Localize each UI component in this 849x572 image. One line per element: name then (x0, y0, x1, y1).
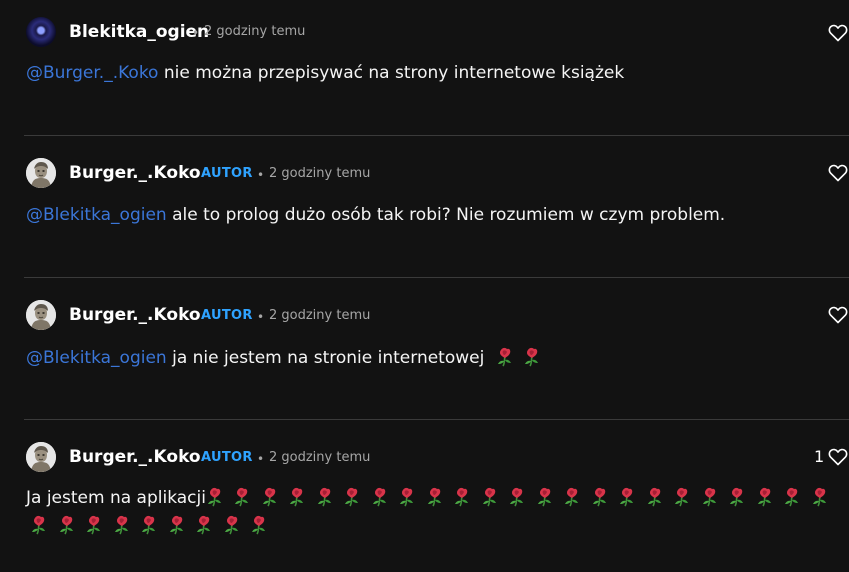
heart-icon[interactable] (828, 164, 848, 182)
wilted-flower-emoji (496, 347, 520, 369)
wilted-flower-emoji (250, 515, 274, 537)
wilted-flower-emoji (113, 515, 137, 537)
wilted-flower-emoji (591, 487, 615, 509)
divider (24, 277, 849, 278)
heart-icon[interactable] (828, 24, 848, 42)
comment-text: @Blekitka_ogien ale to prolog dużo osób … (26, 205, 725, 225)
wilted-flower-emoji (30, 515, 54, 537)
comment-timestamp: 2 godziny temu (204, 24, 306, 39)
wilted-flower-emoji (140, 515, 164, 537)
comment-timestamp: 2 godziny temu (269, 308, 371, 323)
wilted-flower-emoji (728, 487, 752, 509)
avatar[interactable] (26, 158, 56, 188)
wilted-flower-emoji (343, 487, 367, 509)
wilted-flower-emoji (261, 487, 285, 509)
wilted-flower-emoji (233, 487, 257, 509)
mention-link[interactable]: @Burger._.Koko (26, 63, 158, 83)
wilted-flower-emoji (453, 487, 477, 509)
author-badge: AUTOR (201, 308, 253, 323)
wilted-flower-emoji (673, 487, 697, 509)
wilted-flower-emoji (288, 487, 312, 509)
comment-author[interactable]: Blekitka_ogien (69, 22, 209, 42)
comment-author[interactable]: Burger._.Koko (69, 447, 201, 467)
divider (24, 135, 849, 136)
wilted-flower-emoji (783, 487, 807, 509)
comment-timestamp: 2 godziny temu (269, 450, 371, 465)
comment-text: @Burger._.Koko nie można przepisywać na … (26, 63, 624, 83)
emoji-group (30, 515, 278, 537)
heart-icon[interactable] (828, 306, 848, 324)
avatar[interactable] (26, 442, 56, 472)
wilted-flower-emoji (646, 487, 670, 509)
emoji-group (496, 348, 551, 368)
comment-timestamp: 2 godziny temu (269, 166, 371, 181)
wilted-flower-emoji (195, 515, 219, 537)
author-badge: AUTOR (201, 450, 253, 465)
wilted-flower-emoji (536, 487, 560, 509)
wilted-flower-emoji (811, 487, 835, 509)
comment-body: Ja jestem na aplikacji (26, 488, 206, 508)
comment-body: ja nie jestem na stronie internetowej (166, 348, 485, 368)
author-badge: AUTOR (201, 166, 253, 181)
wilted-flower-emoji (756, 487, 780, 509)
wilted-flower-emoji (223, 515, 247, 537)
wilted-flower-emoji (523, 347, 547, 369)
wilted-flower-emoji (563, 487, 587, 509)
wilted-flower-emoji (206, 487, 230, 509)
mention-link[interactable]: @Blekitka_ogien (26, 348, 167, 368)
meta-separator: • (257, 310, 265, 324)
comment-body: ale to prolog dużo osób tak robi? Nie ro… (166, 205, 726, 225)
wilted-flower-emoji (85, 515, 109, 537)
meta-separator: • (192, 26, 200, 40)
comment-body: nie można przepisywać na strony internet… (158, 63, 625, 83)
wilted-flower-emoji (508, 487, 532, 509)
wilted-flower-emoji (316, 487, 340, 509)
divider (24, 419, 849, 420)
comment-text: @Blekitka_ogien ja nie jestem na stronie… (26, 347, 551, 369)
wilted-flower-emoji (58, 515, 82, 537)
mention-link[interactable]: @Blekitka_ogien (26, 205, 167, 225)
wilted-flower-emoji (168, 515, 192, 537)
wilted-flower-emoji (371, 487, 395, 509)
wilted-flower-emoji (398, 487, 422, 509)
wilted-flower-emoji (426, 487, 450, 509)
wilted-flower-emoji (618, 487, 642, 509)
wilted-flower-emoji (481, 487, 505, 509)
avatar[interactable] (26, 17, 56, 47)
meta-separator: • (257, 452, 265, 466)
comment-text: Ja jestem na aplikacji (26, 487, 838, 509)
meta-separator: • (257, 168, 265, 182)
emoji-group (206, 488, 839, 508)
heart-icon[interactable] (828, 448, 848, 466)
wilted-flower-emoji (701, 487, 725, 509)
avatar[interactable] (26, 300, 56, 330)
comment-author[interactable]: Burger._.Koko (69, 163, 201, 183)
like-count: 1 (814, 447, 825, 466)
comment-author[interactable]: Burger._.Koko (69, 305, 201, 325)
